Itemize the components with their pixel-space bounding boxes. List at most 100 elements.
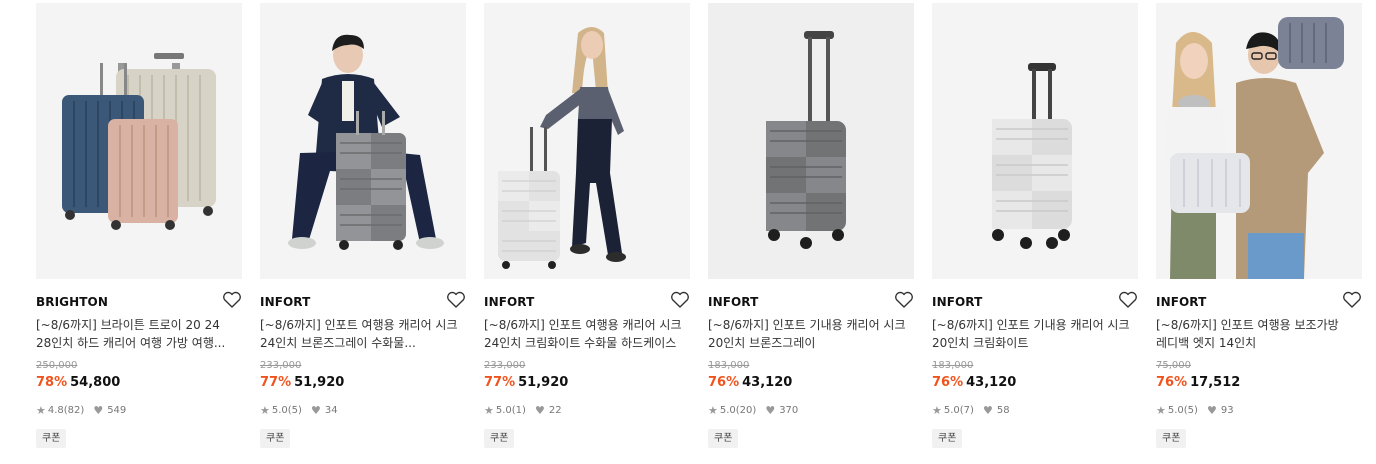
discount-rate: 76% [1156,375,1188,390]
rating-value: 5.0 [495,405,512,416]
brand-name[interactable]: INFORT [484,295,534,309]
discount-rate: 77% [260,375,292,390]
heart-filled-icon: ♥ [982,404,993,417]
coupon-badge: 쿠폰 [260,429,291,448]
product-title[interactable]: [~8/6까지] 인포트 기내용 캐리어 시크 20인치 브론즈그레이 [708,316,914,352]
star-icon: ★ [708,404,718,417]
product-image[interactable] [36,3,242,279]
product-title[interactable]: [~8/6까지] 인포트 여행용 보조가방 레디백 엣지 14인치 [1156,316,1362,352]
like-count: 549 [107,405,127,416]
like-count: 22 [548,405,562,416]
product-title-line[interactable]: 24인치 크림화이트 수화물 하드케이스 [484,334,690,352]
brand-name[interactable]: INFORT [260,295,310,309]
price-line: 76% 43,120 [932,375,1016,390]
product-image[interactable] [932,3,1138,279]
review-count: (82) [63,405,85,416]
product-title-line[interactable]: [~8/6까지] 브라이튼 트로이 20 24 [36,316,242,334]
product-title[interactable]: [~8/6까지] 인포트 여행용 캐리어 시크 24인치 브론즈그레이 수화물.… [260,316,466,352]
rating-value: 5.0 [943,405,960,416]
sale-price: 43,120 [742,375,793,390]
original-price: 75,000 [1156,360,1191,371]
like-count: 370 [779,405,799,416]
product-title-line[interactable]: [~8/6까지] 인포트 여행용 캐리어 시크 [484,316,690,334]
brand-name[interactable]: INFORT [1156,295,1206,309]
product-image[interactable] [484,3,690,279]
discount-rate: 76% [932,375,964,390]
brand-name[interactable]: INFORT [932,295,982,309]
discount-rate: 78% [36,375,68,390]
coupon-badge: 쿠폰 [36,429,67,448]
sale-price: 43,120 [966,375,1017,390]
original-price: 250,000 [36,360,78,371]
product-title[interactable]: [~8/6까지] 인포트 여행용 캐리어 시크 24인치 크림화이트 수화물 하… [484,316,690,352]
star-icon: ★ [1156,404,1166,417]
discount-rate: 77% [484,375,516,390]
product-title[interactable]: [~8/6까지] 브라이튼 트로이 20 24 28인치 하드 캐리어 여행 가… [36,316,242,352]
product-stats: ★ 5.0 (1) ♥ 22 [484,404,562,417]
product-stats: ★ 5.0 (7) ♥ 58 [932,404,1010,417]
heart-outline-icon[interactable] [446,291,466,309]
review-count: (5) [287,405,302,416]
brand-name[interactable]: BRIGHTON [36,295,108,309]
brand-name[interactable]: INFORT [708,295,758,309]
heart-filled-icon: ♥ [310,404,321,417]
product-title-line[interactable]: 레디백 엣지 14인치 [1156,334,1362,352]
coupon-badge: 쿠폰 [708,429,739,448]
product-card[interactable]: INFORT [~8/6까지] 인포트 여행용 보조가방 레디백 엣지 14인치… [1156,3,1362,461]
original-price: 183,000 [932,360,974,371]
price-line: 76% 17,512 [1156,375,1240,390]
rating-value: 5.0 [1167,405,1184,416]
review-count: (7) [959,405,974,416]
sale-price: 54,800 [70,375,121,390]
heart-filled-icon: ♥ [534,404,545,417]
sale-price: 51,920 [294,375,345,390]
product-title-line[interactable]: 20인치 브론즈그레이 [708,334,914,352]
review-count: (1) [511,405,526,416]
star-icon: ★ [36,404,46,417]
heart-filled-icon: ♥ [765,404,776,417]
product-title-line[interactable]: 28인치 하드 캐리어 여행 가방 여행... [36,334,242,352]
heart-outline-icon[interactable] [1118,291,1138,309]
product-grid: BRIGHTON [~8/6까지] 브라이튼 트로이 20 24 28인치 하드… [0,0,1376,464]
product-image[interactable] [708,3,914,279]
heart-outline-icon[interactable] [1342,291,1362,309]
like-count: 58 [996,405,1010,416]
star-icon: ★ [260,404,270,417]
product-image[interactable] [260,3,466,279]
product-card[interactable]: BRIGHTON [~8/6까지] 브라이튼 트로이 20 24 28인치 하드… [36,3,242,461]
heart-filled-icon: ♥ [93,404,104,417]
original-price: 233,000 [484,360,526,371]
star-icon: ★ [484,404,494,417]
product-title-line[interactable]: [~8/6까지] 인포트 여행용 보조가방 [1156,316,1362,334]
sale-price: 17,512 [1190,375,1241,390]
heart-outline-icon[interactable] [670,291,690,309]
product-title-line[interactable]: [~8/6까지] 인포트 여행용 캐리어 시크 [260,316,466,334]
heart-outline-icon[interactable] [894,291,914,309]
original-price: 233,000 [260,360,302,371]
sale-price: 51,920 [518,375,569,390]
product-title-line[interactable]: 20인치 크림화이트 [932,334,1138,352]
price-line: 77% 51,920 [260,375,344,390]
product-stats: ★ 5.0 (20) ♥ 370 [708,404,798,417]
product-image[interactable] [1156,3,1362,279]
coupon-badge: 쿠폰 [1156,429,1187,448]
product-stats: ★ 5.0 (5) ♥ 34 [260,404,338,417]
heart-outline-icon[interactable] [222,291,242,309]
rating-value: 5.0 [719,405,736,416]
original-price: 183,000 [708,360,750,371]
product-card[interactable]: INFORT [~8/6까지] 인포트 여행용 캐리어 시크 24인치 크림화이… [484,3,690,461]
like-count: 93 [1220,405,1234,416]
product-card[interactable]: INFORT [~8/6까지] 인포트 기내용 캐리어 시크 20인치 브론즈그… [708,3,914,461]
product-card[interactable]: INFORT [~8/6까지] 인포트 여행용 캐리어 시크 24인치 브론즈그… [260,3,466,461]
heart-filled-icon: ♥ [1206,404,1217,417]
product-title-line[interactable]: [~8/6까지] 인포트 기내용 캐리어 시크 [708,316,914,334]
review-count: (20) [735,405,757,416]
product-card[interactable]: INFORT [~8/6까지] 인포트 기내용 캐리어 시크 20인치 크림화이… [932,3,1138,461]
product-title-line[interactable]: 24인치 브론즈그레이 수화물... [260,334,466,352]
product-title[interactable]: [~8/6까지] 인포트 기내용 캐리어 시크 20인치 크림화이트 [932,316,1138,352]
price-line: 76% 43,120 [708,375,792,390]
product-title-line[interactable]: [~8/6까지] 인포트 기내용 캐리어 시크 [932,316,1138,334]
price-line: 78% 54,800 [36,375,120,390]
coupon-badge: 쿠폰 [932,429,963,448]
price-line: 77% 51,920 [484,375,568,390]
